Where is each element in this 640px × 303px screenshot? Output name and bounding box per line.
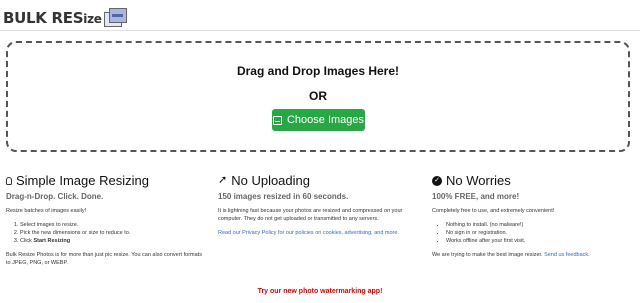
feature-subtitle-simple: Drag-n-Drop. Click. Done. (6, 192, 104, 201)
privacy-policy-paragraph: Read our Privacy Policy for our policies… (218, 229, 418, 237)
list-item: Click Start Resizing (20, 237, 206, 245)
choose-images-button[interactable]: Choose Images (272, 109, 365, 131)
header-divider (0, 30, 640, 31)
feature-body-no-worries: Completely free to use, and extremely co… (432, 208, 555, 214)
feature-title-no-upload: ➚ No Uploading (218, 173, 310, 188)
choose-images-label: Choose Images (286, 114, 365, 126)
drop-zone[interactable]: Drag and Drop Images Here! OR Choose Ima… (6, 41, 630, 152)
feature-title-no-worries: ✓ No Worries (432, 173, 632, 188)
resize-steps-list: Select images to resize. Pick the new di… (6, 221, 206, 245)
feature-footer-simple: Bulk Resize Photos is for more than just… (6, 252, 202, 266)
list-item: Works offline after your first visit. (446, 237, 632, 245)
list-item: Select images to resize. (20, 221, 206, 229)
feature-subtitle-no-upload: 150 images resized in 60 seconds. (218, 192, 349, 201)
drop-zone-or: OR (309, 89, 327, 103)
drop-zone-title: Drag and Drop Images Here! (236, 64, 400, 78)
rocket-icon: ➚ (218, 174, 228, 186)
image-icon (272, 115, 282, 125)
feature-intro-simple: Resize batches of images easily! (6, 208, 87, 214)
watermark-app-promo-link[interactable]: Try our new photo watermarking app! (0, 288, 640, 295)
feature-no-uploading: ➚ No Uploading 150 images resized in 60 … (218, 173, 418, 237)
photos-icon (103, 8, 127, 28)
feature-body-no-upload: It is lightning fast because your photos… (218, 208, 403, 222)
feedback-paragraph: We are trying to make the best image res… (432, 252, 590, 258)
privacy-policy-link[interactable]: Read our Privacy Policy for our policies… (218, 230, 399, 236)
feature-no-worries: ✓ No Worries 100% FREE, and more! Comple… (432, 173, 632, 259)
logo-text: BULK RESize (3, 9, 102, 27)
feature-title-simple: Simple Image Resizing (6, 173, 206, 188)
lightbulb-icon (6, 176, 12, 185)
benefits-list: Nothing to install. (no malware!) No sig… (432, 221, 632, 245)
check-circle-icon: ✓ (432, 175, 442, 186)
feature-simple-resizing: Simple Image Resizing Drag-n-Drop. Click… (6, 173, 206, 267)
feature-subtitle-no-worries: 100% FREE, and more! (432, 192, 520, 201)
list-item: No sign in or registration. (446, 229, 632, 237)
feedback-link[interactable]: Send us feedback. (544, 252, 590, 258)
list-item: Nothing to install. (no malware!) (446, 221, 632, 229)
site-logo[interactable]: BULK RESize (3, 8, 127, 28)
list-item: Pick the new dimensions or size to reduc… (20, 229, 206, 237)
top-bar: BULK RESize (0, 0, 640, 30)
